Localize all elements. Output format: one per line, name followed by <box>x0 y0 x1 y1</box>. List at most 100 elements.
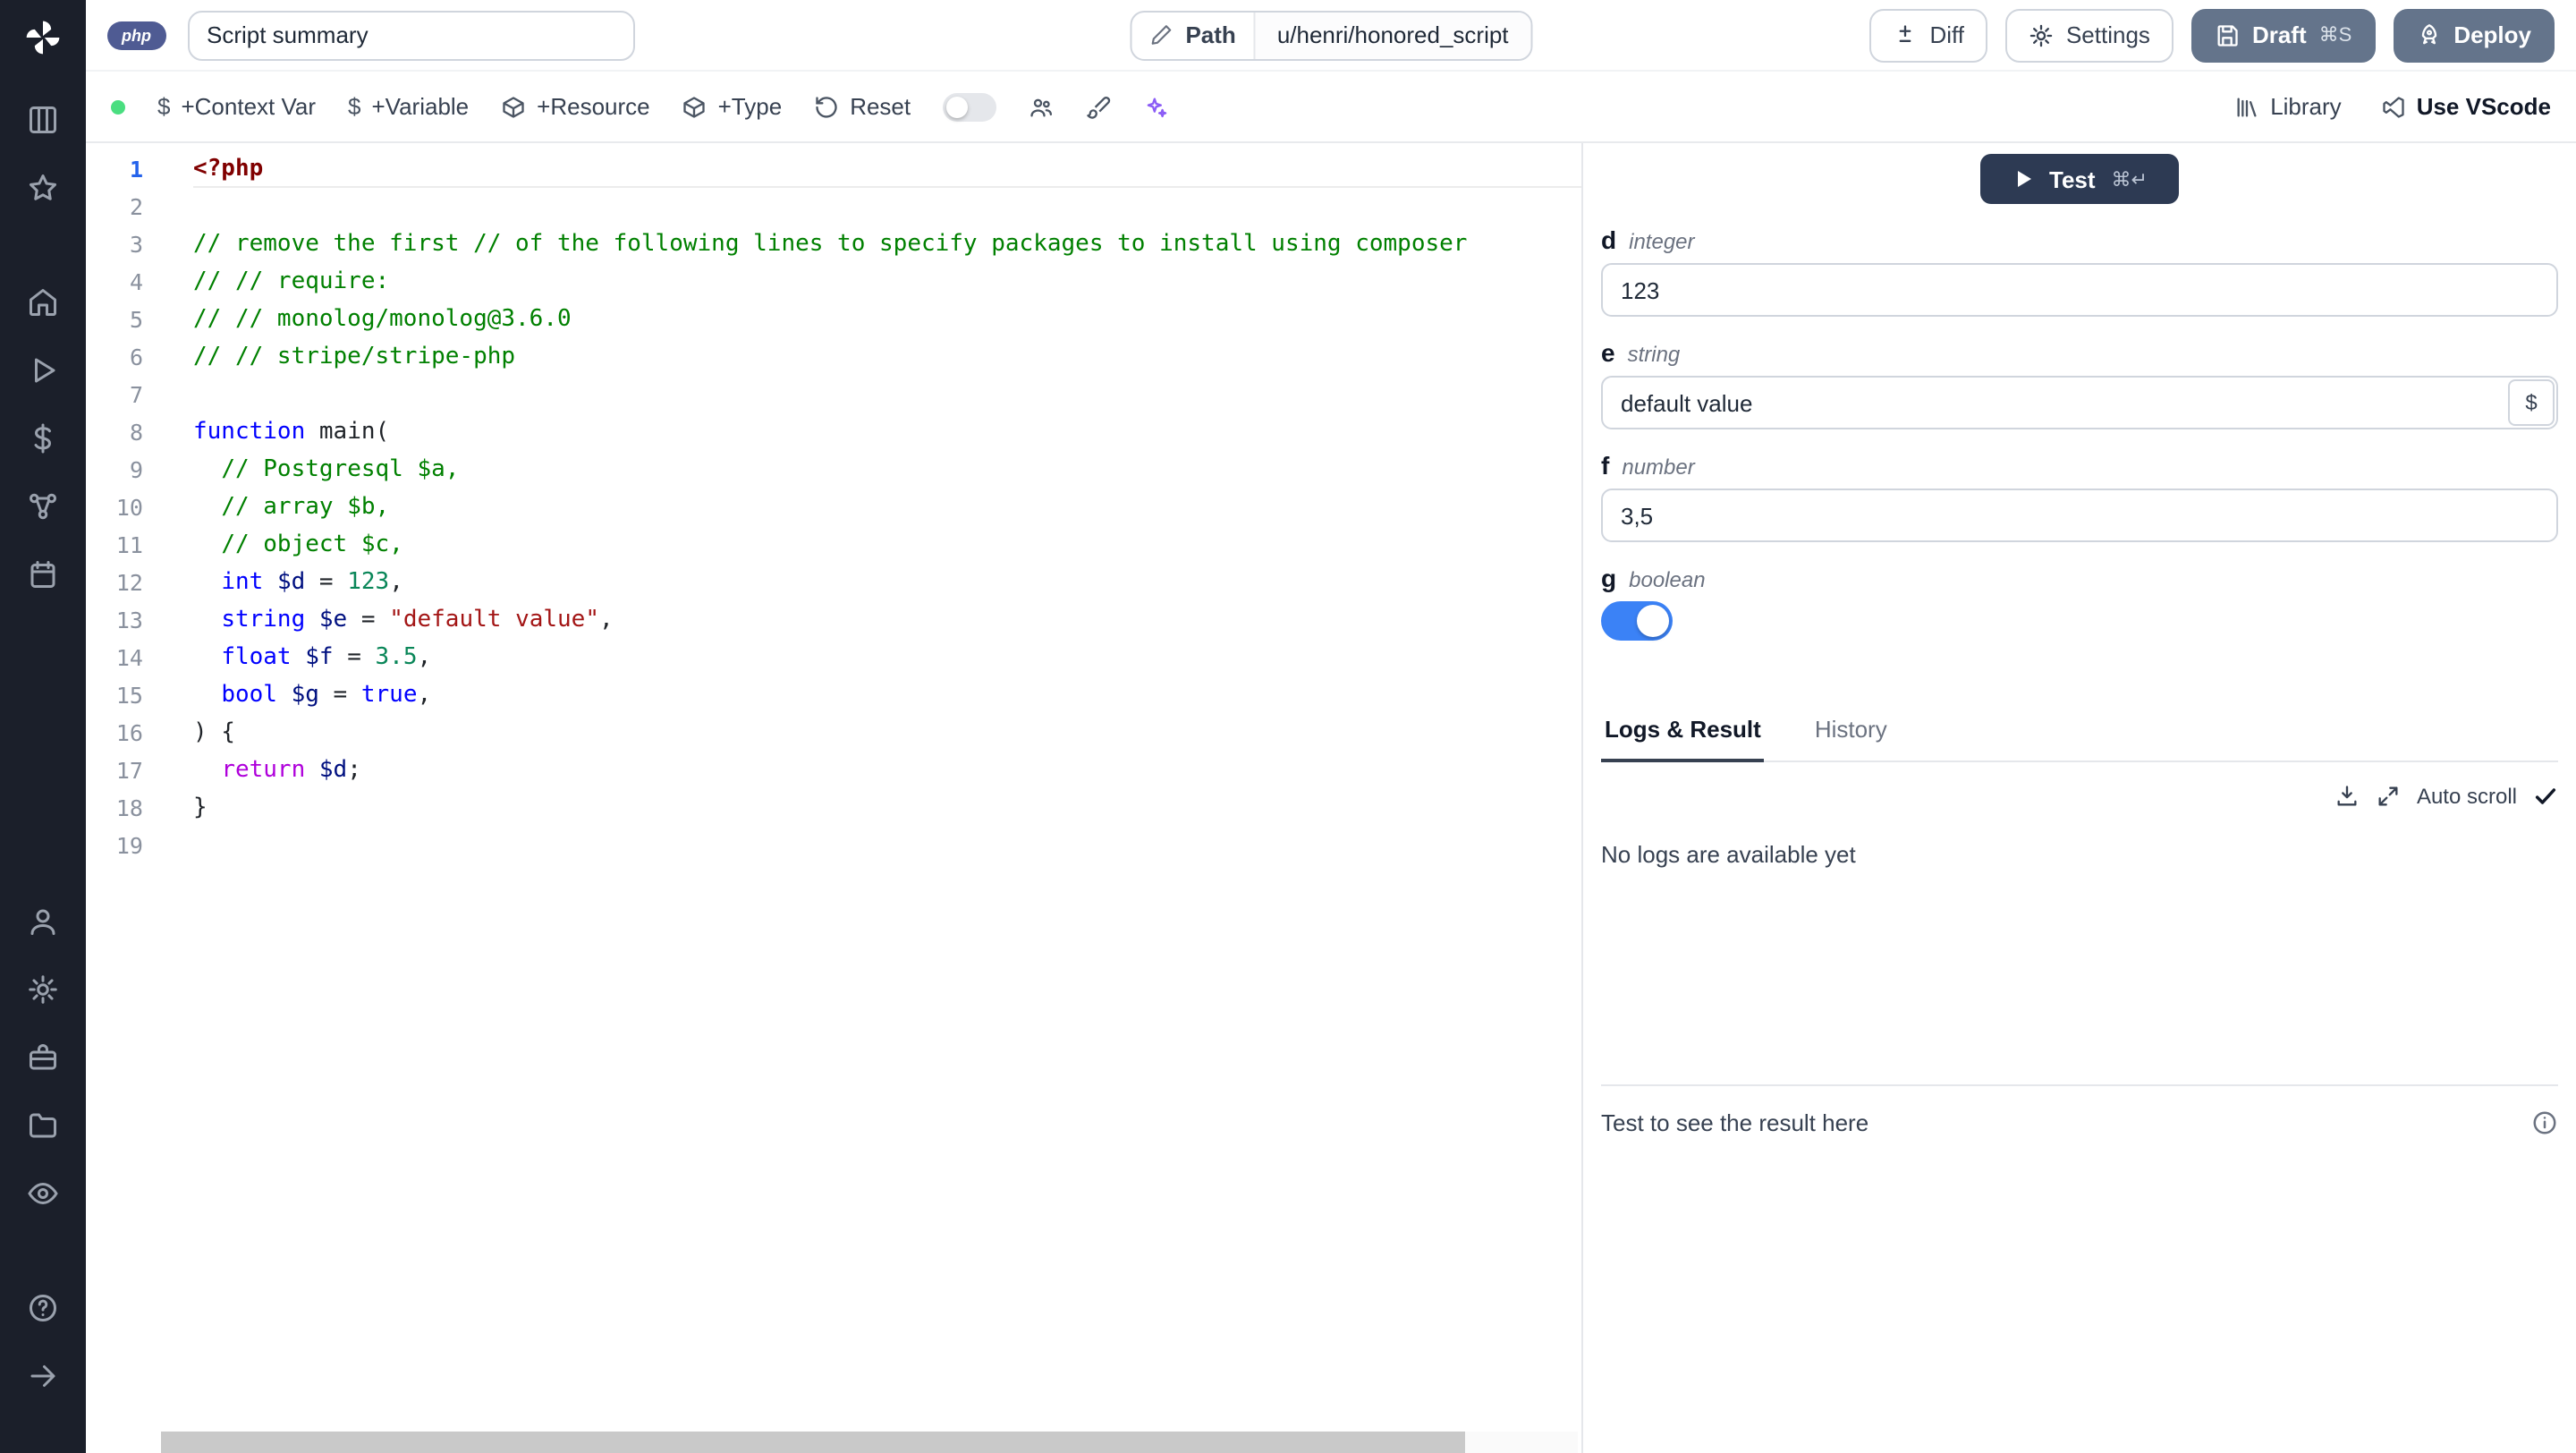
eye-icon[interactable] <box>27 1177 59 1210</box>
logs-area <box>1601 868 2558 1086</box>
pencil-icon <box>1151 25 1172 45</box>
code-line[interactable] <box>193 376 1581 413</box>
field-type: integer <box>1629 229 1695 254</box>
test-panel: Test ⌘↵ d integer e string <box>1581 143 2576 1453</box>
home-icon[interactable] <box>27 286 59 319</box>
users-icon <box>1030 98 1053 116</box>
info-icon[interactable] <box>2531 1109 2558 1136</box>
use-vscode-button[interactable]: Use VScode <box>2381 93 2551 120</box>
panel-tabs: Logs & Result History <box>1601 716 2558 762</box>
settings-icon[interactable] <box>27 973 59 1006</box>
code-line[interactable]: // remove the first // of the following … <box>193 225 1581 263</box>
code-line[interactable]: bool $g = true, <box>193 676 1581 714</box>
add-context-var-button[interactable]: $ +Context Var <box>157 93 316 120</box>
auto-scroll-label: Auto scroll <box>2416 784 2517 809</box>
line-number: 18 <box>115 794 143 821</box>
check-icon[interactable] <box>2533 784 2558 809</box>
library-button[interactable]: Library <box>2234 93 2342 120</box>
expand-icon[interactable] <box>2376 784 2401 809</box>
help-icon[interactable] <box>27 1292 59 1324</box>
sparkles-icon <box>1147 97 1167 117</box>
diff-label: Diff <box>1929 21 1964 48</box>
code-line[interactable]: // // require: <box>193 263 1581 301</box>
download-icon[interactable] <box>2334 784 2360 809</box>
field-d-input[interactable] <box>1601 263 2558 317</box>
code-line[interactable] <box>193 827 1581 864</box>
scrollbar-thumb[interactable] <box>161 1432 1465 1453</box>
settings-button[interactable]: Settings <box>2004 8 2174 62</box>
code-line[interactable]: // object $c, <box>193 526 1581 564</box>
code-line[interactable]: float $f = 3.5, <box>193 639 1581 676</box>
folder-icon[interactable] <box>27 1109 59 1142</box>
draft-shortcut: ⌘S <box>2318 25 2352 47</box>
play-icon[interactable] <box>27 354 59 387</box>
field-name: f <box>1601 451 1610 480</box>
language-badge: php <box>107 21 165 49</box>
users-button[interactable] <box>1029 94 1054 119</box>
hub-icon[interactable] <box>27 490 59 523</box>
code-lines[interactable]: <?php // remove the first // of the foll… <box>161 150 1581 1453</box>
diff-button[interactable]: Diff <box>1868 8 1987 62</box>
line-number: 2 <box>129 193 143 220</box>
add-type-button[interactable]: +Type <box>682 93 783 120</box>
rocket-icon <box>2421 23 2436 44</box>
kanban-icon[interactable] <box>27 104 59 136</box>
calendar-icon[interactable] <box>27 558 59 591</box>
code-line[interactable]: ) { <box>193 714 1581 752</box>
test-button[interactable]: Test ⌘↵ <box>1979 154 2180 204</box>
field-f-input[interactable] <box>1601 489 2558 542</box>
draft-button[interactable]: Draft ⌘S <box>2190 8 2376 62</box>
code-line[interactable]: // Postgresql $a, <box>193 451 1581 489</box>
add-variable-button[interactable]: $ +Variable <box>348 93 469 120</box>
field-g: g boolean <box>1601 542 2558 641</box>
code-line[interactable] <box>193 188 1581 225</box>
dollar-icon[interactable] <box>27 422 59 455</box>
line-number: 7 <box>129 381 143 408</box>
field-g-toggle[interactable] <box>1601 601 1673 641</box>
code-line[interactable]: function main( <box>193 413 1581 451</box>
package-icon <box>683 96 706 117</box>
code-line[interactable]: // // stripe/stripe-php <box>193 338 1581 376</box>
deploy-button[interactable]: Deploy <box>2393 8 2555 62</box>
toggle-off[interactable] <box>943 92 997 121</box>
code-line[interactable]: <?php <box>193 150 1581 188</box>
diff-icon <box>1899 24 1911 41</box>
insert-variable-button[interactable]: $ <box>2508 379 2555 426</box>
add-variable-label: +Variable <box>371 93 470 120</box>
assistant-toggle[interactable] <box>943 92 997 121</box>
horizontal-scrollbar[interactable] <box>161 1432 1578 1453</box>
code-line[interactable]: return $d; <box>193 752 1581 789</box>
star-icon[interactable] <box>27 172 59 204</box>
field-e-input[interactable] <box>1601 376 2558 429</box>
collapse-right-icon[interactable] <box>27 1360 59 1392</box>
add-resource-label: +Resource <box>537 93 650 120</box>
code-editor[interactable]: 1 2 3 4 5 6 7 8 9 10 11 12 13 14 15 16 17 18 19 <?php // r… <box>86 143 1581 1453</box>
format-button[interactable] <box>1086 94 1111 119</box>
code-line[interactable]: int $d = 123, <box>193 564 1581 601</box>
reset-button[interactable]: Reset <box>814 93 911 120</box>
path-value[interactable]: u/henri/honored_script <box>1253 12 1530 58</box>
dollar-icon: $ <box>157 93 171 120</box>
line-number: 15 <box>115 682 143 709</box>
script-summary-input[interactable] <box>187 10 634 60</box>
toolbox-icon[interactable] <box>27 1041 59 1074</box>
reset-label: Reset <box>850 93 911 120</box>
code-line[interactable]: } <box>193 789 1581 827</box>
path-group[interactable]: Path u/henri/honored_script <box>1130 10 1532 60</box>
code-line[interactable]: // // monolog/monolog@3.6.0 <box>193 301 1581 338</box>
tab-logs-result[interactable]: Logs & Result <box>1601 716 1765 762</box>
windmill-logo[interactable] <box>23 18 63 57</box>
library-label: Library <box>2270 93 2342 120</box>
use-vscode-label: Use VScode <box>2416 93 2551 120</box>
code-line[interactable]: // array $b, <box>193 489 1581 526</box>
no-logs-message: No logs are available yet <box>1601 841 1856 868</box>
user-icon[interactable] <box>27 905 59 938</box>
add-resource-button[interactable]: +Resource <box>501 93 650 120</box>
add-type-label: +Type <box>717 93 783 120</box>
line-number: 8 <box>129 419 143 446</box>
tab-history[interactable]: History <box>1811 716 1891 760</box>
ai-button[interactable] <box>1143 94 1168 119</box>
code-line[interactable]: string $e = "default value", <box>193 601 1581 639</box>
line-number: 17 <box>115 757 143 784</box>
line-number: 11 <box>115 531 143 558</box>
